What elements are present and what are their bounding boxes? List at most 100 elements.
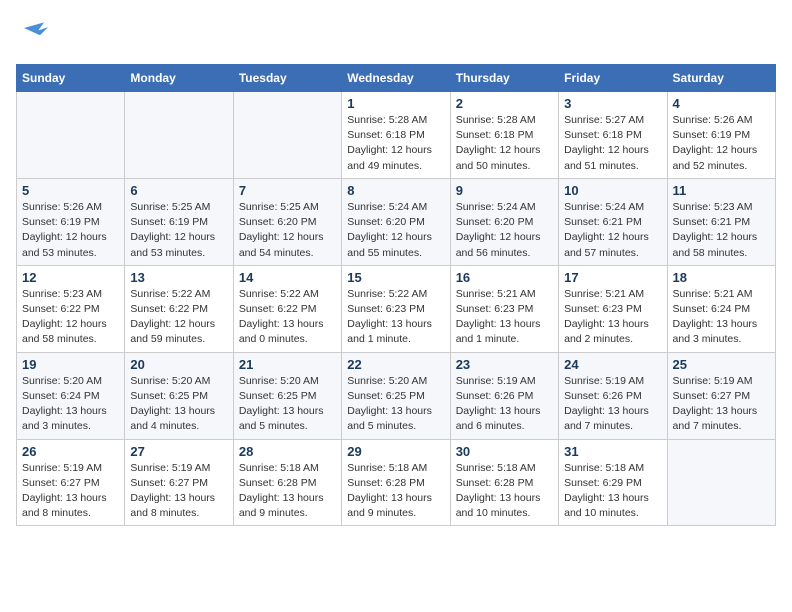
day-number: 12 (22, 270, 119, 285)
calendar-cell: 18 Sunrise: 5:21 AMSunset: 6:24 PMDayligh… (667, 265, 775, 352)
calendar-body: 1 Sunrise: 5:28 AMSunset: 6:18 PMDaylight… (17, 92, 776, 526)
day-info: Sunrise: 5:20 AMSunset: 6:24 PMDaylight:… (22, 374, 119, 435)
calendar-week-row: 5 Sunrise: 5:26 AMSunset: 6:19 PMDaylight… (17, 178, 776, 265)
calendar-cell: 19 Sunrise: 5:20 AMSunset: 6:24 PMDayligh… (17, 352, 125, 439)
calendar-cell: 27 Sunrise: 5:19 AMSunset: 6:27 PMDayligh… (125, 439, 233, 526)
day-info: Sunrise: 5:20 AMSunset: 6:25 PMDaylight:… (239, 374, 336, 435)
calendar-cell: 4 Sunrise: 5:26 AMSunset: 6:19 PMDaylight… (667, 92, 775, 179)
calendar-cell: 23 Sunrise: 5:19 AMSunset: 6:26 PMDayligh… (450, 352, 558, 439)
calendar-header: SundayMondayTuesdayWednesdayThursdayFrid… (17, 65, 776, 92)
calendar-cell (233, 92, 341, 179)
day-number: 28 (239, 444, 336, 459)
calendar-cell: 28 Sunrise: 5:18 AMSunset: 6:28 PMDayligh… (233, 439, 341, 526)
calendar-cell: 10Sunrise: 5:24 AMSunset: 6:21 PMDayligh… (559, 178, 667, 265)
day-info: Sunrise: 5:24 AMSunset: 6:20 PMDaylight:… (456, 200, 553, 261)
calendar-cell: 22 Sunrise: 5:20 AMSunset: 6:25 PMDayligh… (342, 352, 450, 439)
day-number: 10 (564, 183, 661, 198)
day-number: 18 (673, 270, 770, 285)
day-info: Sunrise: 5:22 AMSunset: 6:22 PMDaylight:… (239, 287, 336, 348)
day-number: 26 (22, 444, 119, 459)
calendar-cell: 17 Sunrise: 5:21 AMSunset: 6:23 PMDayligh… (559, 265, 667, 352)
calendar-cell: 14 Sunrise: 5:22 AMSunset: 6:22 PMDayligh… (233, 265, 341, 352)
day-info: Sunrise: 5:28 AMSunset: 6:18 PMDaylight:… (456, 113, 553, 174)
day-info: Sunrise: 5:20 AMSunset: 6:25 PMDaylight:… (347, 374, 444, 435)
day-info: Sunrise: 5:20 AMSunset: 6:25 PMDaylight:… (130, 374, 227, 435)
day-number: 7 (239, 183, 336, 198)
day-info: Sunrise: 5:19 AMSunset: 6:27 PMDaylight:… (130, 461, 227, 522)
calendar-cell (17, 92, 125, 179)
day-number: 9 (456, 183, 553, 198)
calendar-cell: 15 Sunrise: 5:22 AMSunset: 6:23 PMDayligh… (342, 265, 450, 352)
calendar-cell: 26 Sunrise: 5:19 AMSunset: 6:27 PMDayligh… (17, 439, 125, 526)
day-info: Sunrise: 5:19 AMSunset: 6:26 PMDaylight:… (564, 374, 661, 435)
day-info: Sunrise: 5:25 AMSunset: 6:19 PMDaylight:… (130, 200, 227, 261)
day-number: 22 (347, 357, 444, 372)
weekday-header: Friday (559, 65, 667, 92)
calendar-cell: 11 Sunrise: 5:23 AMSunset: 6:21 PMDayligh… (667, 178, 775, 265)
weekday-header: Monday (125, 65, 233, 92)
weekday-row: SundayMondayTuesdayWednesdayThursdayFrid… (17, 65, 776, 92)
day-info: Sunrise: 5:25 AMSunset: 6:20 PMDaylight:… (239, 200, 336, 261)
logo (16, 16, 60, 56)
day-info: Sunrise: 5:18 AMSunset: 6:28 PMDaylight:… (239, 461, 336, 522)
day-info: Sunrise: 5:26 AMSunset: 6:19 PMDaylight:… (22, 200, 119, 261)
day-info: Sunrise: 5:18 AMSunset: 6:28 PMDaylight:… (347, 461, 444, 522)
day-number: 3 (564, 96, 661, 111)
calendar-cell: 5 Sunrise: 5:26 AMSunset: 6:19 PMDaylight… (17, 178, 125, 265)
calendar-cell: 7 Sunrise: 5:25 AMSunset: 6:20 PMDaylight… (233, 178, 341, 265)
day-number: 19 (22, 357, 119, 372)
calendar-cell: 9 Sunrise: 5:24 AMSunset: 6:20 PMDaylight… (450, 178, 558, 265)
calendar-cell: 2Sunrise: 5:28 AMSunset: 6:18 PMDaylight… (450, 92, 558, 179)
day-info: Sunrise: 5:18 AMSunset: 6:29 PMDaylight:… (564, 461, 661, 522)
day-info: Sunrise: 5:19 AMSunset: 6:26 PMDaylight:… (456, 374, 553, 435)
calendar-cell: 12Sunrise: 5:23 AMSunset: 6:22 PMDayligh… (17, 265, 125, 352)
page-header (16, 16, 776, 56)
weekday-header: Saturday (667, 65, 775, 92)
day-number: 6 (130, 183, 227, 198)
day-number: 17 (564, 270, 661, 285)
calendar-cell: 24Sunrise: 5:19 AMSunset: 6:26 PMDayligh… (559, 352, 667, 439)
calendar-cell: 25 Sunrise: 5:19 AMSunset: 6:27 PMDayligh… (667, 352, 775, 439)
calendar-week-row: 12Sunrise: 5:23 AMSunset: 6:22 PMDayligh… (17, 265, 776, 352)
day-number: 27 (130, 444, 227, 459)
day-info: Sunrise: 5:21 AMSunset: 6:23 PMDaylight:… (456, 287, 553, 348)
day-number: 16 (456, 270, 553, 285)
calendar-cell: 3 Sunrise: 5:27 AMSunset: 6:18 PMDaylight… (559, 92, 667, 179)
calendar-cell: 29Sunrise: 5:18 AMSunset: 6:28 PMDayligh… (342, 439, 450, 526)
day-number: 11 (673, 183, 770, 198)
calendar-cell: 1 Sunrise: 5:28 AMSunset: 6:18 PMDaylight… (342, 92, 450, 179)
calendar-table: SundayMondayTuesdayWednesdayThursdayFrid… (16, 64, 776, 526)
day-number: 21 (239, 357, 336, 372)
day-info: Sunrise: 5:22 AMSunset: 6:22 PMDaylight:… (130, 287, 227, 348)
calendar-cell (125, 92, 233, 179)
weekday-header: Wednesday (342, 65, 450, 92)
day-info: Sunrise: 5:19 AMSunset: 6:27 PMDaylight:… (22, 461, 119, 522)
day-info: Sunrise: 5:23 AMSunset: 6:21 PMDaylight:… (673, 200, 770, 261)
day-info: Sunrise: 5:22 AMSunset: 6:23 PMDaylight:… (347, 287, 444, 348)
calendar-cell: 21 Sunrise: 5:20 AMSunset: 6:25 PMDayligh… (233, 352, 341, 439)
day-info: Sunrise: 5:21 AMSunset: 6:24 PMDaylight:… (673, 287, 770, 348)
calendar-cell: 30 Sunrise: 5:18 AMSunset: 6:28 PMDayligh… (450, 439, 558, 526)
day-number: 14 (239, 270, 336, 285)
day-info: Sunrise: 5:24 AMSunset: 6:20 PMDaylight:… (347, 200, 444, 261)
day-number: 1 (347, 96, 444, 111)
day-number: 30 (456, 444, 553, 459)
day-number: 23 (456, 357, 553, 372)
day-info: Sunrise: 5:28 AMSunset: 6:18 PMDaylight:… (347, 113, 444, 174)
calendar-week-row: 26 Sunrise: 5:19 AMSunset: 6:27 PMDayligh… (17, 439, 776, 526)
day-info: Sunrise: 5:26 AMSunset: 6:19 PMDaylight:… (673, 113, 770, 174)
day-number: 4 (673, 96, 770, 111)
calendar-cell: 20Sunrise: 5:20 AMSunset: 6:25 PMDayligh… (125, 352, 233, 439)
day-number: 5 (22, 183, 119, 198)
day-info: Sunrise: 5:18 AMSunset: 6:28 PMDaylight:… (456, 461, 553, 522)
day-number: 8 (347, 183, 444, 198)
day-number: 25 (673, 357, 770, 372)
day-info: Sunrise: 5:21 AMSunset: 6:23 PMDaylight:… (564, 287, 661, 348)
day-info: Sunrise: 5:27 AMSunset: 6:18 PMDaylight:… (564, 113, 661, 174)
day-info: Sunrise: 5:19 AMSunset: 6:27 PMDaylight:… (673, 374, 770, 435)
calendar-cell (667, 439, 775, 526)
day-number: 15 (347, 270, 444, 285)
calendar-week-row: 19 Sunrise: 5:20 AMSunset: 6:24 PMDayligh… (17, 352, 776, 439)
weekday-header: Sunday (17, 65, 125, 92)
weekday-header: Tuesday (233, 65, 341, 92)
